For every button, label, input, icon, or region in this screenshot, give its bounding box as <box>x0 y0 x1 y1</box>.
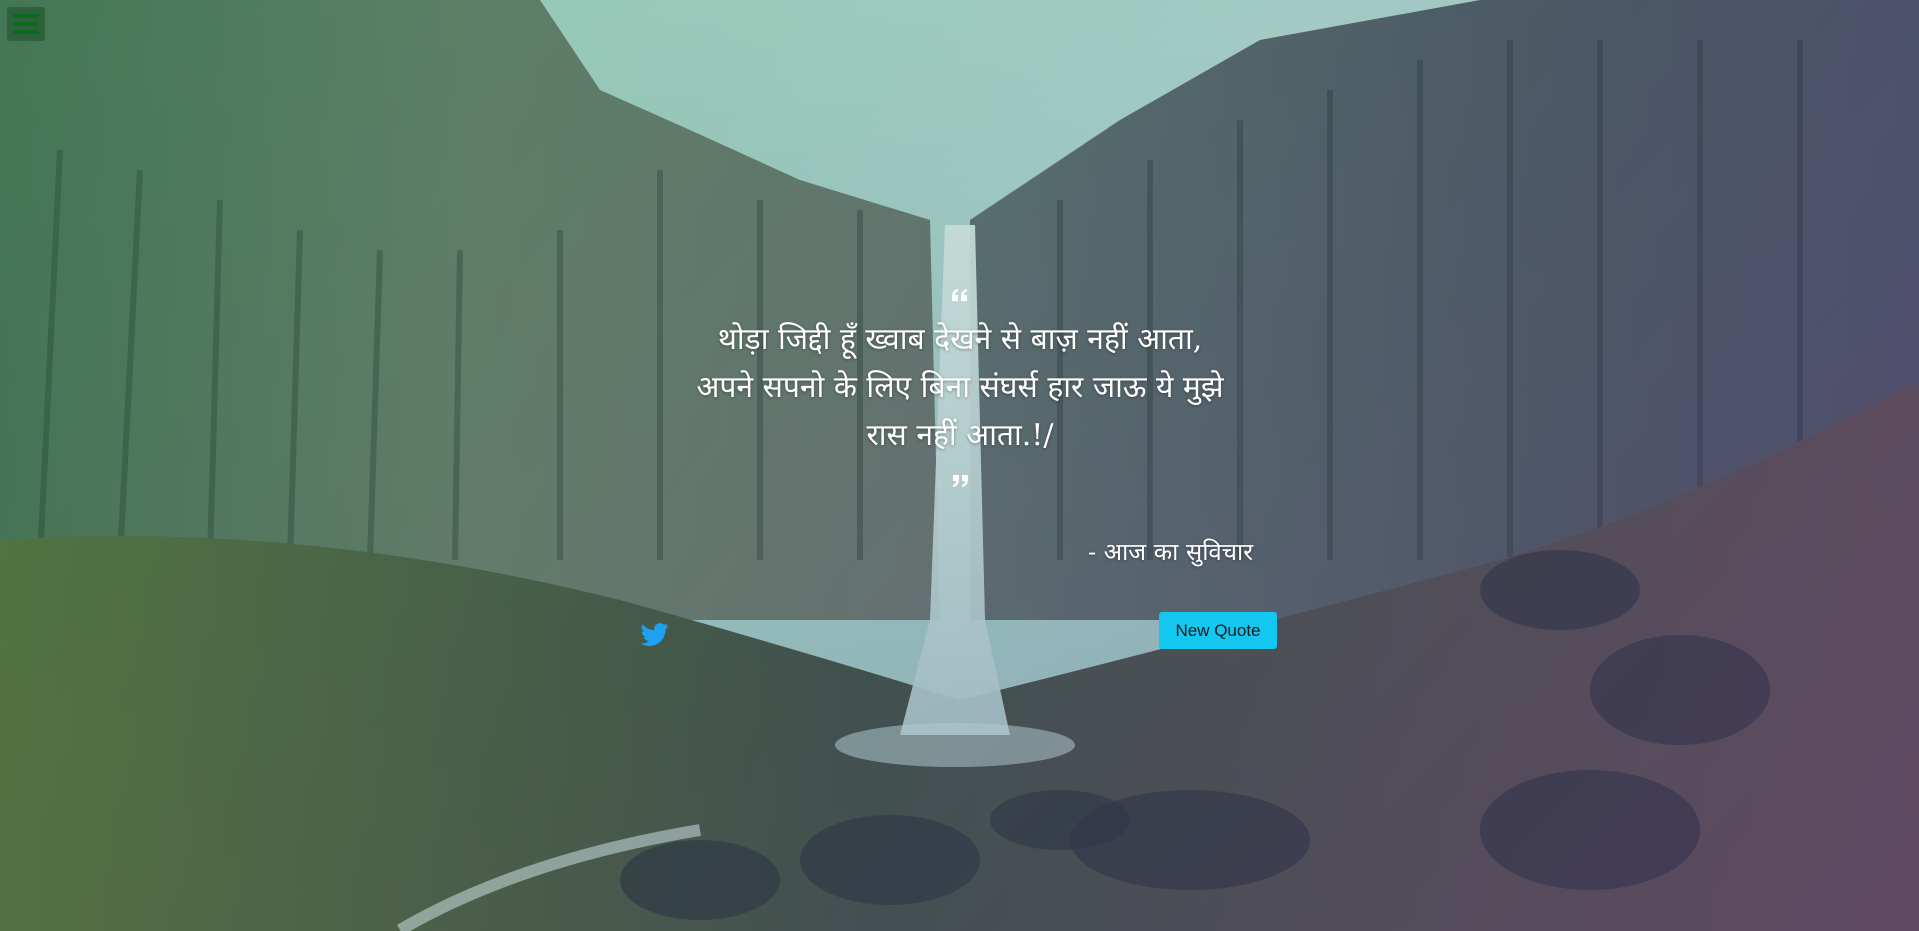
quote-box: थोड़ा जिद्दी हूँ ख्वाब देखने से बाज़ नही… <box>650 280 1270 490</box>
twitter-icon <box>640 623 669 646</box>
menu-button[interactable] <box>7 7 45 41</box>
quote-line: थोड़ा जिद्दी हूँ ख्वाब देखने से बाज़ नही… <box>717 322 1203 357</box>
hamburger-menu-icon <box>13 14 39 34</box>
quote-left-icon <box>952 289 967 301</box>
quote-line: अपने सपनो के लिए बिना संघर्स हार जाऊ ये … <box>696 370 1224 405</box>
quote-page: थोड़ा जिद्दी हूँ ख्वाब देखने से बाज़ नही… <box>0 0 1919 931</box>
quote-author: - आज का सुविचार <box>1088 538 1254 566</box>
tweet-quote-button[interactable] <box>640 620 670 648</box>
quote-right-icon <box>953 475 968 487</box>
quote-line: रास नहीं आता.!/ <box>866 418 1054 453</box>
new-quote-button[interactable]: New Quote <box>1159 612 1277 649</box>
quote-text: थोड़ा जिद्दी हूँ ख्वाब देखने से बाज़ नही… <box>650 316 1270 460</box>
